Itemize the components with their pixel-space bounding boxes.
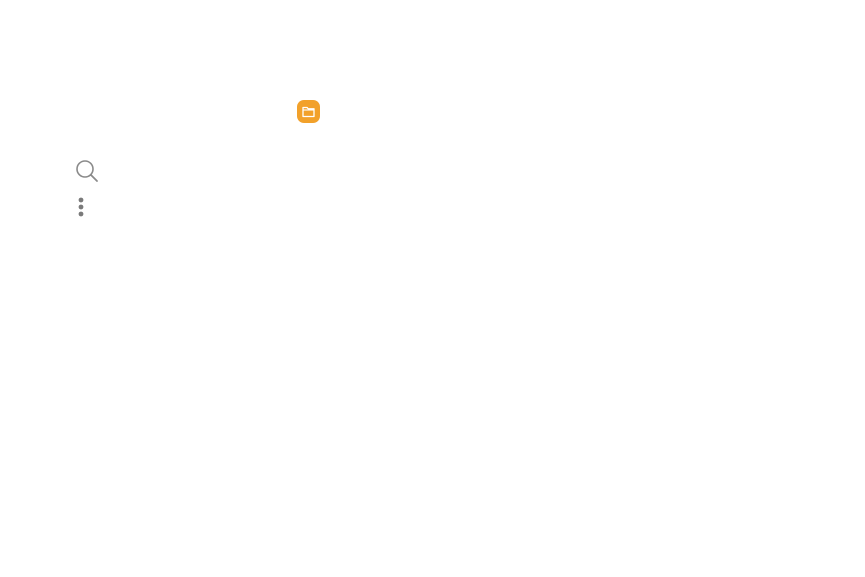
my-files-app-icon: [297, 100, 320, 123]
search-icon[interactable]: [74, 158, 100, 184]
more-options-icon[interactable]: [76, 196, 86, 218]
